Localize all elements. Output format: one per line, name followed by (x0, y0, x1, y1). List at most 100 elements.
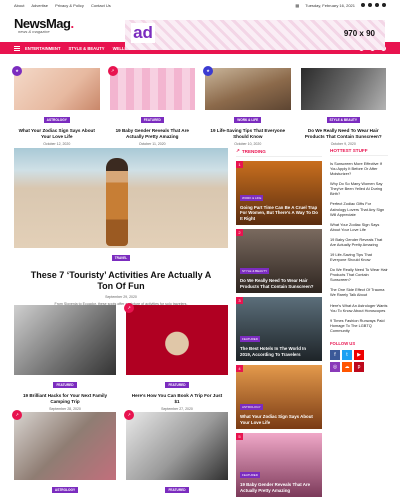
article-title[interactable]: 19 Life-Saving Tips That Everyone Should… (205, 128, 291, 139)
youtube-icon[interactable]: ▶ (354, 349, 364, 360)
hottest-item[interactable]: 19 Baby Gender Reveals That Are Actually… (330, 237, 388, 247)
category-badge[interactable]: ASTROLOGY (51, 487, 79, 493)
article-card[interactable]: ★ WORK & LIFE 19 Life-Saving Tips That E… (203, 66, 291, 147)
trending-icon: ↗ (12, 410, 22, 420)
nav-style-beauty[interactable]: STYLE & BEAUTY (69, 46, 105, 51)
instagram-icon[interactable]: ◎ (330, 361, 340, 372)
article-card[interactable]: ↗ FEATURED 19 Baby Gender Reveals That A… (107, 66, 196, 147)
twitter-icon[interactable]: t (342, 349, 352, 360)
top-link-about[interactable]: About (14, 3, 24, 8)
article-title[interactable]: What Your Zodiac Sign Says About Your Lo… (14, 128, 100, 139)
article-image[interactable]: ↗ (124, 410, 228, 480)
article-date: October 9, 2020 (330, 142, 356, 147)
article-title[interactable]: 19 Baby Gender Reveals That Are Actually… (110, 128, 196, 139)
category-badge[interactable]: STYLE & BEAUTY (240, 268, 270, 274)
trending-icon: ↗ (124, 303, 134, 313)
trending-title-text[interactable]: Going Part Time Can Be A Cruel Trap For … (240, 205, 318, 222)
trending-item[interactable]: 5 FEATURED 19 Baby Gender Reveals That Ar… (236, 433, 322, 497)
calendar-icon: ▦ (295, 2, 300, 8)
article-date: October 11, 2020 (138, 142, 166, 147)
hottest-item[interactable]: 9 Times Fashion Runways Paid Homage To T… (330, 318, 388, 333)
instagram-icon[interactable] (382, 3, 386, 7)
category-badge[interactable]: FEATURED (140, 117, 164, 123)
hottest-item[interactable]: Here's What An Astrologer Wants You To K… (330, 303, 388, 313)
facebook-icon[interactable]: f (330, 349, 340, 360)
trending-number: 5 (236, 433, 243, 440)
top-bar: About Advertise Privacy & Policy Contact… (0, 0, 400, 10)
hottest-item[interactable]: Is Sunscreen More Effective If You Apply… (330, 161, 388, 176)
new-icon: ★ (203, 66, 213, 76)
top-link-contact[interactable]: Contact Us (91, 3, 111, 8)
soundcloud-icon[interactable]: ☁ (342, 361, 352, 372)
site-logo[interactable]: NewsMag. news & magazine (14, 16, 74, 34)
category-badge[interactable]: TRAVEL (111, 255, 131, 261)
article-card[interactable]: ★ ASTROLOGY What Your Zodiac Sign Says A… (12, 66, 100, 147)
follow-title: FOLLOW US (330, 340, 356, 346)
top-links: About Advertise Privacy & Policy Contact… (14, 3, 117, 8)
category-badge[interactable]: FEATURED (240, 472, 260, 478)
article-image[interactable]: ↗ (124, 303, 228, 375)
hero-date: September 29, 2020 (105, 294, 137, 299)
article-date: September 28, 2020 (49, 407, 81, 412)
article-date: October 12, 2020 (43, 142, 71, 147)
article-date: October 10, 2020 (234, 142, 262, 147)
trending-title-text[interactable]: What Your Zodiac Sign Says About Your Lo… (240, 414, 318, 425)
trending-item[interactable]: 3 FEATURED The Best Hotels In The World I… (236, 297, 322, 361)
article-card[interactable]: STYLE & BEAUTY Do We Really Need To Wear… (300, 68, 387, 147)
category-badge[interactable]: WORK & LIFE (234, 117, 262, 123)
hero-article[interactable]: TRAVEL These 7 ‘Touristy’ Activities Are… (14, 148, 228, 306)
hottest-item[interactable]: The One Side Effect Of Trauma We Rarely … (330, 287, 388, 297)
article-image[interactable]: ↗ (12, 410, 116, 480)
hottest-item[interactable]: Perfect Zodiac Gifts For Astrology Lover… (330, 201, 388, 216)
article-title[interactable]: Do We Really Need To Wear Hair Products … (301, 128, 387, 139)
hottest-item[interactable]: Do We Really Need To Wear Hair Products … (330, 267, 388, 282)
category-badge[interactable]: STYLE & BEAUTY (326, 117, 360, 123)
category-badge[interactable]: FEATURED (165, 382, 189, 388)
article-grid: FEATURED 19 Brilliant Hacks for Your Nex… (14, 303, 228, 412)
hero-title[interactable]: These 7 ‘Touristy’ Activities Are Actual… (14, 270, 228, 292)
hottest-item[interactable]: What Your Zodiac Sign Says About Your Lo… (330, 222, 388, 232)
article-title[interactable]: Here's How You Can Book A Trip For Just … (126, 393, 228, 404)
article-image[interactable] (300, 68, 386, 110)
article-card[interactable]: ↗ FEATURED (124, 410, 228, 498)
trending-title-text[interactable]: The Best Hotels In The World In 2019, Ac… (240, 346, 318, 357)
article-card[interactable]: FEATURED 19 Brilliant Hacks for Your Nex… (14, 305, 116, 411)
facebook-icon[interactable] (361, 3, 365, 7)
youtube-icon[interactable] (375, 3, 379, 7)
category-badge[interactable]: FEATURED (53, 382, 77, 388)
trending-number: 1 (236, 161, 243, 168)
trending-item[interactable]: 1 WORK & LIFE Going Part Time Can Be A Cr… (236, 161, 322, 225)
article-image[interactable]: ↗ (107, 66, 195, 110)
top-link-privacy[interactable]: Privacy & Policy (55, 3, 84, 8)
hero-image[interactable] (14, 148, 228, 248)
article-image[interactable]: ★ (203, 66, 291, 110)
category-badge[interactable]: ASTROLOGY (43, 117, 70, 123)
trending-item[interactable]: 4 ASTROLOGY What Your Zodiac Sign Says Ab… (236, 365, 322, 429)
pinterest-icon[interactable]: p (354, 361, 364, 372)
top-link-advertise[interactable]: Advertise (31, 3, 48, 8)
hottest-section: HOTTEST STUFF Is Sunscreen More Effectiv… (330, 148, 388, 372)
article-card[interactable]: ↗ ASTROLOGY (12, 410, 116, 498)
trending-title-text[interactable]: 19 Baby Gender Reveals That Are Actually… (240, 482, 318, 493)
article-card[interactable]: ↗ FEATURED Here's How You Can Book A Tri… (124, 303, 228, 412)
current-date: Tuesday, February 16, 2021 (305, 2, 355, 8)
category-badge[interactable]: FEATURED (240, 336, 260, 342)
twitter-icon[interactable] (368, 3, 372, 7)
trending-title-text[interactable]: Do We Really Need To Wear Hair Products … (240, 278, 318, 289)
category-badge[interactable]: WORK & LIFE (240, 194, 264, 201)
article-date: September 27, 2020 (161, 407, 193, 412)
nav-entertainment[interactable]: ENTERTAINMENT (25, 46, 61, 51)
site-header: NewsMag. news & magazine ad 970 x 90 (0, 10, 400, 50)
article-image[interactable]: ★ (12, 66, 100, 110)
article-title[interactable]: 19 Brilliant Hacks for Your Next Family … (14, 393, 116, 404)
ad-banner[interactable]: ad 970 x 90 (125, 20, 385, 50)
trending-title: TRENDING (241, 148, 266, 154)
category-badge[interactable]: ASTROLOGY (240, 404, 263, 410)
trending-icon: ↗ (107, 66, 118, 76)
article-image[interactable] (14, 305, 116, 375)
menu-icon[interactable] (14, 45, 20, 51)
trending-item[interactable]: 2 STYLE & BEAUTY Do We Really Need To Wea… (236, 229, 322, 293)
hottest-item[interactable]: Why Do So Many Women Say They've Been Ye… (330, 181, 388, 196)
category-badge[interactable]: FEATURED (165, 487, 189, 493)
hottest-item[interactable]: 19 Life-Saving Tips That Everyone Should… (330, 252, 388, 262)
